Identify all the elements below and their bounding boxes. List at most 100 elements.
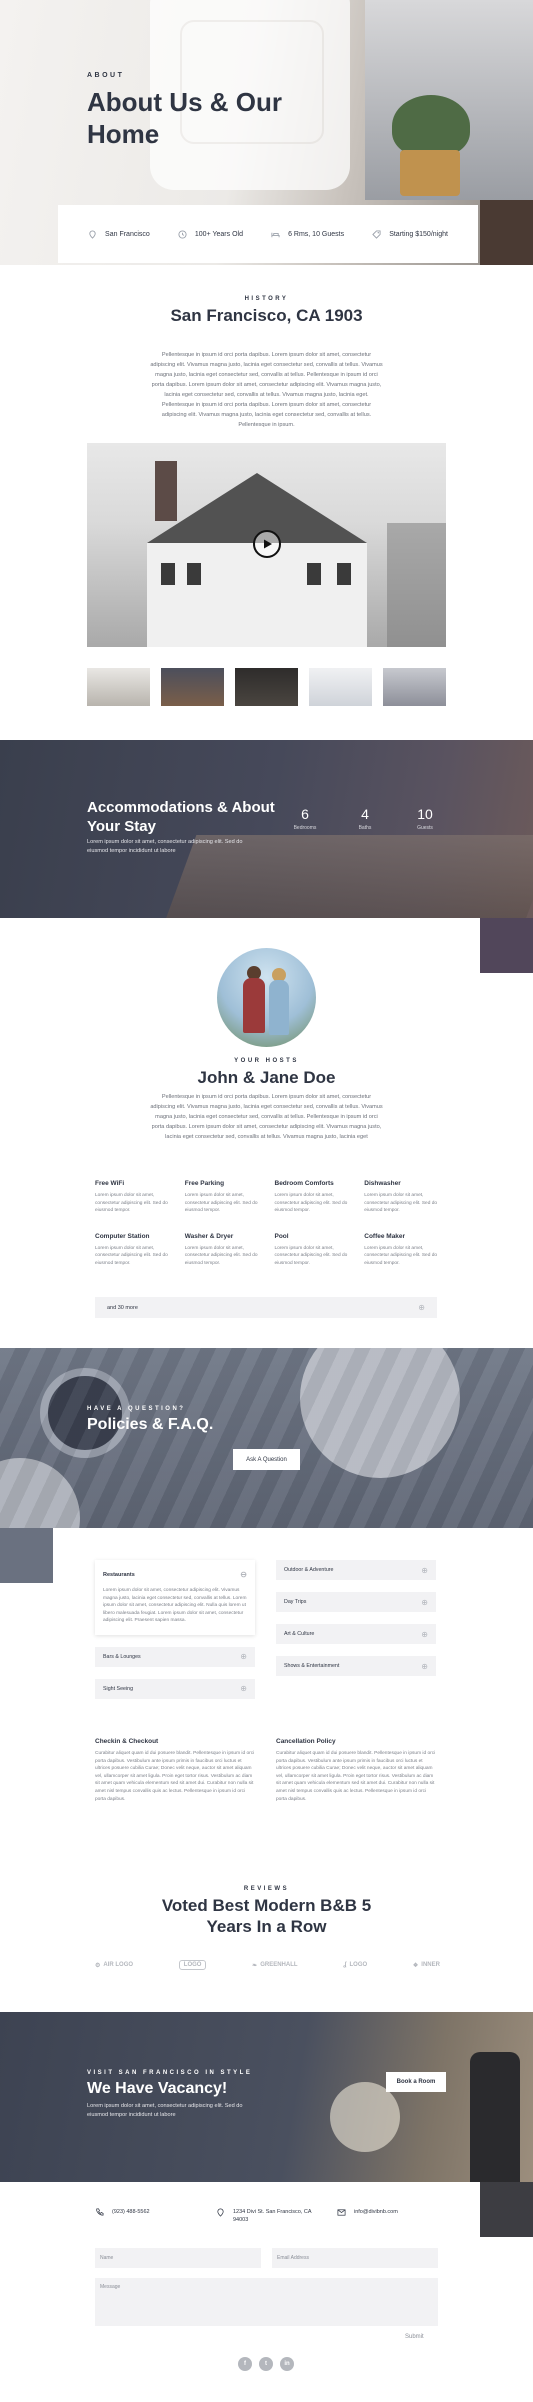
info-location-label: San Francisco	[105, 230, 150, 238]
hosts-avatar	[217, 948, 316, 1047]
faq-question-label: Day Trips	[284, 1599, 307, 1605]
policies-title: Policies & F.A.Q.	[87, 1416, 214, 1433]
amenity-item: Washer & Dryer Lorem ipsum dolor sit amet…	[185, 1233, 261, 1268]
minus-icon: ⊖	[240, 1570, 247, 1579]
vacancy-banner	[0, 2012, 533, 2182]
faq-item[interactable]: Outdoor & Adventure ⊕	[276, 1560, 436, 1580]
house-window	[161, 563, 175, 585]
faq-question-label: Sight Seeing	[103, 1685, 134, 1692]
history-overline: HISTORY	[244, 296, 289, 302]
policy-title: Checkin & Checkout	[95, 1738, 159, 1745]
info-age-label: 100+ Years Old	[194, 230, 243, 238]
host-body	[243, 978, 265, 1033]
gallery-thumbnail[interactable]	[383, 668, 446, 706]
plus-icon: ⊕	[240, 1652, 247, 1662]
faq-item[interactable]: Bars & Lounges ⊕	[95, 1646, 255, 1667]
vacancy-overline: VISIT SAN FRANCISCO IN STYLE	[87, 2070, 253, 2076]
facebook-icon[interactable]: f	[238, 2357, 252, 2371]
faq-question-label: Shows & Entertainment	[284, 1663, 340, 1669]
hosts-overline: YOUR HOSTS	[234, 1058, 299, 1064]
info-location: San Francisco	[88, 229, 150, 239]
gallery-thumbnail[interactable]	[87, 668, 150, 706]
twitter-icon[interactable]: t	[259, 2357, 273, 2371]
amenity-text: Lorem ipsum dolor sit amet, consectetur …	[364, 1245, 438, 1266]
policy-text: Curabitur aliquet quam id dui posuere bl…	[95, 1751, 255, 1802]
contact-address[interactable]: 1234 Divi St. San Francisco, CA 94003	[216, 2208, 316, 2224]
policies-overline: HAVE A QUESTION?	[87, 1406, 186, 1412]
email-field[interactable]	[272, 2248, 438, 2268]
contact-email[interactable]: info@divibnb.com	[337, 2208, 437, 2224]
history-title: San Francisco, CA 1903	[170, 306, 363, 325]
gallery-thumbnail[interactable]	[235, 668, 298, 706]
plus-icon: ⊕	[418, 1303, 425, 1312]
play-video-button[interactable]	[253, 530, 281, 558]
house-window	[307, 563, 321, 585]
amenity-title: Free WiFi	[95, 1180, 125, 1187]
ask-question-button[interactable]: Ask A Question	[233, 1449, 300, 1470]
tag-icon	[372, 229, 381, 239]
contact-phone[interactable]: (923) 488-5562	[95, 2208, 195, 2224]
faq-item[interactable]: Sight Seeing ⊕	[95, 1678, 255, 1699]
faq-item-open[interactable]: Restaurants ⊖ Lorem ipsum dolor sit amet…	[95, 1560, 255, 1635]
stats-row: 6 Bedrooms 4 Baths 10 Guests	[280, 805, 450, 831]
amenity-text: Lorem ipsum dolor sit amet, consectetur …	[95, 1245, 168, 1266]
faq-item[interactable]: Shows & Entertainment ⊕	[276, 1656, 436, 1676]
faq-item[interactable]: Art & Culture ⊕	[276, 1624, 436, 1644]
name-field[interactable]	[95, 2248, 261, 2268]
clock-icon	[178, 229, 187, 239]
contact-email-text: info@divibnb.com	[354, 2209, 398, 2215]
mail-icon	[337, 2209, 346, 2216]
amenity-title: Pool	[274, 1232, 289, 1240]
press-logo: LOGO	[178, 1960, 207, 1970]
gallery-thumbnail[interactable]	[161, 668, 224, 706]
amenity-item: Bedroom Comforts Lorem ipsum dolor sit am…	[275, 1180, 351, 1215]
plus-icon: ⊕	[421, 1565, 428, 1575]
info-age: 100+ Years Old	[178, 229, 243, 239]
more-amenities-toggle[interactable]: and 30 more ⊕	[95, 1297, 437, 1318]
hosts-title: John & Jane Doe	[197, 1068, 336, 1087]
amenity-item: Computer Station Lorem ipsum dolor sit am…	[95, 1233, 171, 1268]
hero-pot-image	[400, 150, 460, 196]
hero-dark-block	[480, 200, 533, 265]
accommodations-title: Accommodations & About Your Stay	[87, 799, 275, 835]
stat-number: 6	[301, 806, 309, 822]
linkedin-icon[interactable]: in	[280, 2357, 294, 2371]
reviews-title: Voted Best Modern B&B 5 Years In a Row	[161, 1896, 372, 1936]
book-room-button[interactable]: Book a Room	[386, 2072, 446, 2092]
amenity-title: Coffee Maker	[364, 1232, 406, 1240]
faq-answer: Lorem ipsum dolor sit amet, consectetur …	[103, 1588, 247, 1624]
gallery-thumbnail[interactable]	[309, 668, 372, 706]
submit-button[interactable]: Submit	[405, 2334, 424, 2340]
policies-texture	[0, 1348, 533, 1528]
plus-icon: ⊕	[421, 1661, 428, 1671]
amenity-text: Lorem ipsum dolor sit amet, consectetur …	[184, 1245, 258, 1266]
amenity-item: Free Parking Lorem ipsum dolor sit amet, …	[185, 1180, 261, 1215]
press-logo: ❖ INNER	[413, 1962, 440, 1969]
press-logo-text: AIR LOGO	[103, 1962, 134, 1968]
amenity-text: Lorem ipsum dolor sit amet, consectetur …	[184, 1193, 258, 1214]
hero-overline: ABOUT	[87, 72, 125, 79]
contact-address-text: 1234 Divi St. San Francisco, CA 94003	[233, 2209, 312, 2223]
vacancy-paragraph: Lorem ipsum dolor sit amet, consectetur …	[87, 2103, 243, 2118]
press-logo-text: GREENHALL	[260, 1962, 298, 1968]
press-logo: ⚙ AIR LOGO	[95, 1962, 133, 1969]
info-price-label: Starting $150/night	[389, 230, 448, 238]
vacancy-edge-block	[480, 2182, 533, 2237]
leaf-icon: ❧	[252, 1962, 258, 1969]
contact-info: (923) 488-5562 1234 Divi St. San Francis…	[95, 2208, 437, 2224]
press-logo-text: INNER	[421, 1962, 440, 1968]
policy-text: Curabitur aliquet quam id dui posuere bl…	[276, 1751, 436, 1802]
message-field[interactable]	[95, 2278, 438, 2326]
faq-item[interactable]: Day Trips ⊕	[276, 1592, 436, 1612]
amenity-text: Lorem ipsum dolor sit amet, consectetur …	[364, 1193, 438, 1214]
accommodations-edge-block	[480, 918, 533, 973]
faq-left-column: Restaurants ⊖ Lorem ipsum dolor sit amet…	[95, 1560, 255, 1711]
press-logo-text: LOGO	[349, 1962, 368, 1968]
info-price: Starting $150/night	[372, 229, 448, 239]
contact-phone-text: (923) 488-5562	[112, 2209, 150, 2215]
vacancy-jar-image	[470, 2052, 520, 2182]
amenity-title: Dishwasher	[364, 1180, 401, 1187]
stat-label: Guests	[417, 825, 433, 831]
stat-number: 10	[417, 806, 433, 822]
stat-bedrooms: 6 Bedrooms	[280, 805, 330, 831]
